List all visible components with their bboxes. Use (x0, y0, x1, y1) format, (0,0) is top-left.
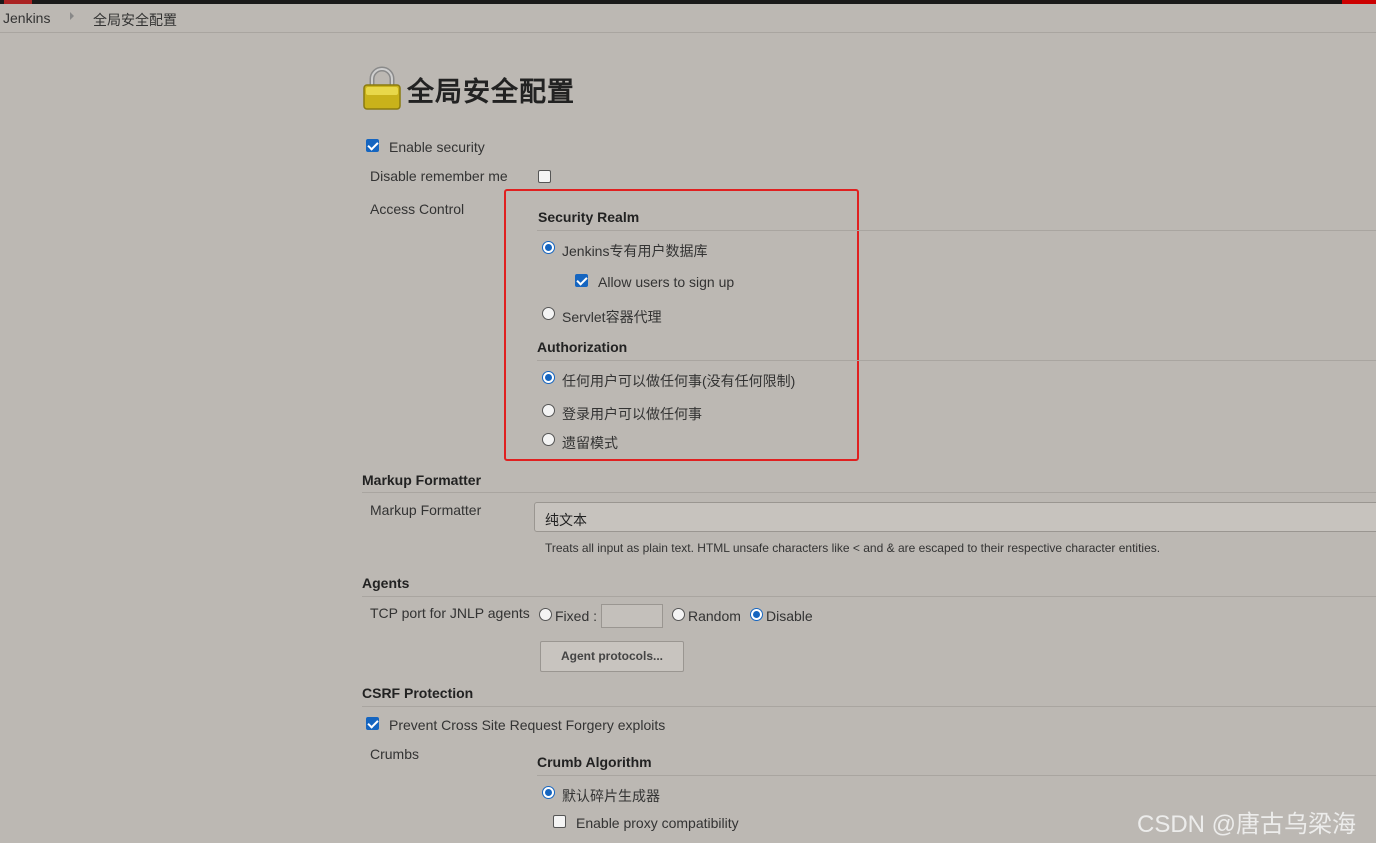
proxy-compat-checkbox[interactable] (553, 815, 566, 828)
proxy-compat-label: Enable proxy compatibility (576, 815, 739, 831)
markup-formatter-heading: Markup Formatter (362, 472, 482, 488)
breadcrumb: Jenkins 全局安全配置 (0, 4, 1376, 33)
tcp-fixed-radio[interactable] (539, 608, 552, 621)
crumbs-label: Crumbs (370, 746, 420, 762)
divider (537, 360, 1376, 361)
csrf-heading: CSRF Protection (362, 685, 474, 701)
agent-protocols-button[interactable]: Agent protocols... (540, 641, 684, 672)
tcp-port-label: TCP port for JNLP agents (370, 605, 530, 621)
security-realm-heading: Security Realm (538, 209, 640, 225)
allow-signup-checkbox[interactable] (575, 274, 588, 287)
tcp-disable-label: Disable (766, 608, 813, 624)
divider (362, 706, 1376, 707)
tcp-fixed-label: Fixed : (555, 608, 598, 624)
markup-formatter-label: Markup Formatter (370, 502, 482, 518)
prevent-csrf-checkbox[interactable] (366, 717, 379, 730)
realm-servlet-label: Servlet容器代理 (562, 309, 662, 325)
breadcrumb-jenkins[interactable]: Jenkins (3, 10, 50, 26)
allow-signup-label: Allow users to sign up (598, 274, 735, 290)
realm-jenkins-db-radio[interactable] (542, 241, 555, 254)
watermark: CSDN @唐古乌梁海 (1137, 811, 1357, 838)
agents-heading: Agents (362, 575, 410, 591)
auth-anyone-label: 任何用户可以做任何事(没有任何限制) (562, 373, 796, 389)
disable-remember-me-label: Disable remember me (370, 168, 508, 184)
auth-legacy-label: 遗留模式 (562, 435, 618, 451)
auth-logged-in-radio[interactable] (542, 404, 555, 417)
tcp-random-label: Random (688, 608, 741, 624)
auth-anyone-radio[interactable] (542, 371, 555, 384)
auth-logged-in-label: 登录用户可以做任何事 (562, 406, 702, 422)
access-control-label: Access Control (370, 201, 465, 217)
breadcrumb-separator-icon (70, 12, 74, 20)
enable-security-label: Enable security (389, 139, 485, 155)
divider (537, 230, 1376, 231)
page-title: 全局安全配置 (407, 77, 575, 108)
disable-remember-me-checkbox[interactable] (538, 170, 551, 183)
markup-formatter-description: Treats all input as plain text. HTML uns… (545, 541, 1161, 555)
divider (362, 492, 1376, 493)
default-crumb-radio[interactable] (542, 786, 555, 799)
markup-formatter-value: 纯文本 (545, 512, 587, 528)
lock-icon (363, 66, 401, 110)
default-crumb-label: 默认碎片生成器 (562, 788, 660, 804)
realm-jenkins-db-label: Jenkins专有用户数据库 (562, 243, 708, 259)
breadcrumb-current[interactable]: 全局安全配置 (93, 10, 177, 30)
authorization-heading: Authorization (537, 339, 628, 355)
tcp-disable-radio[interactable] (750, 608, 763, 621)
auth-legacy-radio[interactable] (542, 433, 555, 446)
tcp-random-radio[interactable] (672, 608, 685, 621)
divider (362, 596, 1376, 597)
tcp-port-input[interactable] (601, 604, 663, 628)
enable-security-checkbox[interactable] (366, 139, 379, 152)
realm-servlet-radio[interactable] (542, 307, 555, 320)
prevent-csrf-label: Prevent Cross Site Request Forgery explo… (389, 717, 666, 733)
markup-formatter-select[interactable]: 纯文本 (534, 502, 1376, 532)
divider (537, 775, 1376, 776)
crumb-algorithm-heading: Crumb Algorithm (537, 754, 652, 770)
